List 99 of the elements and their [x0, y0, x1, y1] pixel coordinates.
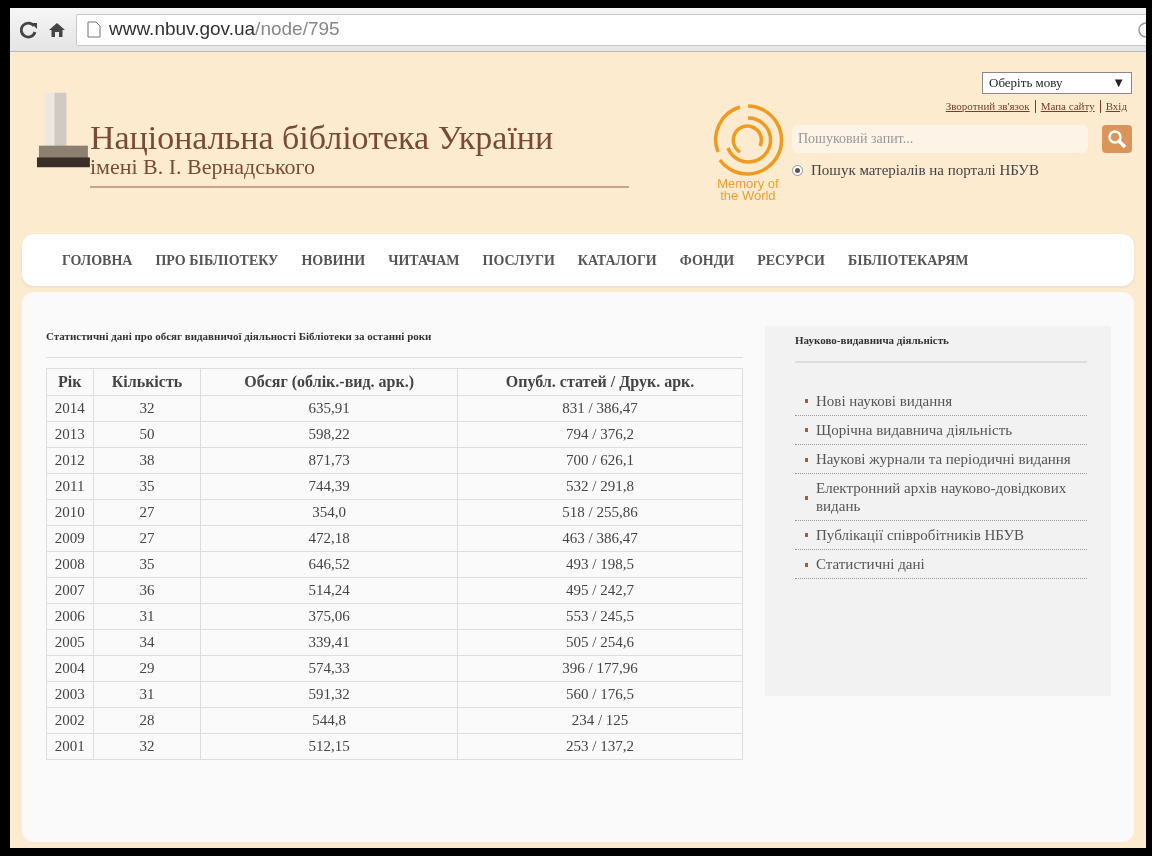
search-icon [1107, 129, 1127, 149]
menu-link[interactable]: КАТАЛОГИ [577, 249, 657, 271]
table-cell: 472,18 [200, 525, 458, 551]
bullet-icon [805, 428, 808, 433]
table-cell: 505 / 254,6 [457, 629, 743, 655]
table-cell: 495 / 242,7 [457, 577, 743, 603]
table-cell: 2007 [46, 577, 94, 603]
table-cell: 2002 [46, 707, 94, 733]
table-cell: 32 [93, 395, 201, 421]
table-cell: 2005 [46, 629, 94, 655]
radio-label[interactable]: Пошук матеріалів на порталі НБУВ [811, 159, 1039, 182]
menu-link[interactable]: ГОЛОВНА [62, 249, 133, 271]
bullet-icon [805, 399, 808, 404]
table-cell: 512,15 [200, 733, 458, 759]
table-cell: 29 [93, 655, 201, 681]
table-cell: 463 / 386,47 [457, 525, 743, 551]
language-select[interactable]: Оберіть мову ▼ [982, 72, 1132, 94]
table-cell: 831 / 386,47 [457, 395, 743, 421]
table-cell: 375,06 [200, 603, 458, 629]
table-cell: 27 [93, 499, 201, 525]
search-field[interactable]: Пошуковий запит... [792, 125, 1088, 153]
table-cell: 2003 [46, 681, 94, 707]
table-cell: 27 [93, 525, 201, 551]
bullet-icon [805, 533, 808, 538]
table-cell: 2008 [46, 551, 94, 577]
table-cell: 598,22 [200, 421, 458, 447]
header-link[interactable]: Вхід [1099, 100, 1132, 113]
column-header: Обсяг (облік.-вид. арк.) [200, 368, 458, 395]
header-link[interactable]: Мапа сайту [1034, 100, 1100, 113]
table-cell: 2009 [46, 525, 94, 551]
table-cell: 794 / 376,2 [457, 421, 743, 447]
site-title[interactable]: Національна бібліотека України [89, 120, 554, 155]
header-link[interactable]: Зворотний зв'язок [940, 100, 1035, 113]
table-cell: 871,73 [200, 447, 458, 473]
page-icon [87, 21, 101, 38]
table-cell: 493 / 198,5 [457, 551, 743, 577]
sidebar-title: Науково-видавнича діяльність [795, 326, 1087, 363]
table-cell: 36 [93, 577, 201, 603]
column-header: Кількість [93, 368, 201, 395]
table-cell: 2004 [46, 655, 94, 681]
table-cell: 560 / 176,5 [457, 681, 743, 707]
table-cell: 35 [93, 551, 201, 577]
bullet-icon [805, 562, 808, 567]
table-cell: 253 / 137,2 [457, 733, 743, 759]
menu-link[interactable]: РЕСУРСИ [757, 249, 825, 271]
table-cell: 646,52 [200, 551, 458, 577]
table-cell: 544,8 [200, 707, 458, 733]
table-cell: 700 / 626,1 [457, 447, 743, 473]
table-cell: 35 [93, 473, 201, 499]
column-header: Опубл. статей / Друк. арк. [457, 368, 743, 395]
address-bar[interactable]: www.nbuv.gov.ua/node/795 [76, 13, 1146, 46]
table-cell: 38 [93, 447, 201, 473]
table-cell: 2014 [46, 395, 94, 421]
table-cell: 34 [93, 629, 201, 655]
sidebar-link[interactable]: Щорічна видавнича діяльність [795, 415, 1087, 445]
menu-link[interactable]: ПОСЛУГИ [482, 249, 555, 271]
table-cell: 518 / 255,86 [457, 499, 743, 525]
table-cell: 31 [93, 603, 201, 629]
menu-link[interactable]: НОВИНИ [301, 249, 366, 271]
table-cell: 354,0 [200, 499, 458, 525]
radio-button[interactable] [792, 164, 803, 176]
sidebar-link[interactable]: Статистичні дані [795, 550, 1087, 580]
table-cell: 31 [93, 681, 201, 707]
home-icon[interactable] [48, 20, 66, 39]
menu-link[interactable]: БІБЛІОТЕКАРЯМ [848, 249, 969, 271]
menu-link[interactable]: ФОНДИ [679, 249, 735, 271]
bullet-icon [805, 495, 808, 500]
table-cell: 635,91 [200, 395, 458, 421]
table-cell: 532 / 291,8 [457, 473, 743, 499]
menu-link[interactable]: ЧИТАЧАМ [388, 249, 460, 271]
sidebar-link[interactable]: Наукові журнали та періодичні видання [795, 445, 1087, 475]
table-cell: 339,41 [200, 629, 458, 655]
column-header: Рік [46, 368, 94, 395]
table-cell: 50 [93, 421, 201, 447]
table-cell: 234 / 125 [457, 707, 743, 733]
table-cell: 2006 [46, 603, 94, 629]
logo-caption: Memory of the World [716, 178, 780, 203]
reload-icon[interactable] [20, 20, 38, 39]
sidebar-link[interactable]: Електронний архів науково-довідкових видань [795, 474, 1087, 521]
sidebar-link[interactable]: Публікації співробітників НБУВ [795, 520, 1087, 550]
url-text: www.nbuv.gov.ua/node/795 [109, 17, 340, 42]
table-cell: 744,39 [200, 473, 458, 499]
table-cell: 514,24 [200, 577, 458, 603]
sidebar-link[interactable]: Нові наукові видання [795, 386, 1087, 416]
table-cell: 2013 [46, 421, 94, 447]
table-cell: 574,33 [200, 655, 458, 681]
table-cell: 32 [93, 733, 201, 759]
table-cell: 2012 [46, 447, 94, 473]
table-cell: 553 / 245,5 [457, 603, 743, 629]
table-cell: 2001 [46, 733, 94, 759]
table-cell: 2011 [46, 473, 94, 499]
building-icon [35, 90, 90, 170]
bullet-icon [805, 457, 808, 462]
table-cell: 396 / 177,96 [457, 655, 743, 681]
table-cell: 2010 [46, 499, 94, 525]
table-cell: 591,32 [200, 681, 458, 707]
menu-link[interactable]: ПРО БІБЛІОТЕКУ [155, 249, 279, 271]
table-caption: Статистичні дані про обсяг видавничої діяльності Бібліотеки за останні роки [46, 328, 743, 358]
table-cell: 28 [93, 707, 201, 733]
